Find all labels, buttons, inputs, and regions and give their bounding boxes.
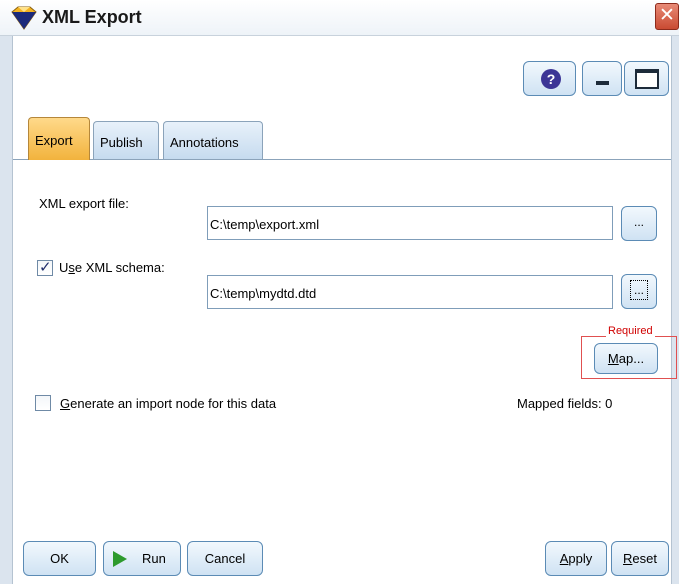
xml-export-file-label: XML export file: [39, 196, 129, 211]
xml-schema-value: C:\temp\mydtd.dtd [210, 286, 317, 301]
required-label: Required [606, 325, 655, 337]
ok-button[interactable]: OK [23, 541, 96, 576]
run-icon [113, 551, 127, 567]
map-button[interactable]: Map... [594, 343, 658, 374]
minimize-icon [596, 81, 609, 85]
xml-schema-input[interactable]: C:\temp\mydtd.dtd [207, 275, 613, 309]
maximize-button[interactable] [624, 61, 669, 96]
tab-annotations[interactable]: Annotations [163, 121, 263, 159]
map-label: Map... [607, 351, 645, 366]
use-xml-schema-checkbox[interactable]: ✓ [37, 259, 53, 276]
xml-export-file-input[interactable]: C:\temp\export.xml [207, 206, 613, 240]
cancel-button[interactable]: Cancel [187, 541, 263, 576]
browse-label: ... [633, 215, 644, 229]
reset-label: Reset [623, 551, 657, 566]
generate-import-node-label: Generate an import node for this data [60, 396, 277, 411]
help-button[interactable]: ? [523, 61, 576, 96]
maximize-icon [635, 69, 659, 89]
browse-label: ... [629, 280, 648, 300]
tab-export[interactable]: Export [28, 117, 90, 160]
use-xml-schema-label: Use XML schema: [59, 260, 165, 275]
reset-button[interactable]: Reset [611, 541, 669, 576]
tab-label: Annotations [170, 135, 239, 150]
run-label: Run [142, 551, 166, 566]
window-frame-right [671, 36, 679, 584]
xml-export-dialog: XML Export ✕ ? Publish Annotations Expor… [0, 0, 679, 584]
minimize-button[interactable] [582, 61, 622, 96]
tab-publish[interactable]: Publish [93, 121, 159, 159]
run-button[interactable]: Run [103, 541, 181, 576]
generate-import-node-checkbox[interactable] [35, 395, 51, 411]
export-node-icon [11, 6, 37, 30]
xml-export-browse-button[interactable]: ... [621, 206, 657, 241]
tab-label: Export [35, 133, 73, 148]
tab-label: Publish [100, 135, 143, 150]
close-button[interactable]: ✕ [655, 3, 679, 30]
window-title: XML Export [42, 7, 142, 27]
xml-schema-browse-button[interactable]: ... [621, 274, 657, 309]
mapped-fields-count: Mapped fields: 0 [517, 396, 613, 411]
help-icon: ? [541, 69, 561, 89]
window-frame-left [0, 36, 13, 584]
title-bar[interactable]: XML Export ✕ [0, 0, 679, 36]
apply-button[interactable]: Apply [545, 541, 607, 576]
checkmark-icon: ✓ [39, 259, 52, 276]
close-icon: ✕ [659, 5, 675, 26]
xml-export-file-value: C:\temp\export.xml [210, 217, 320, 232]
apply-label: Apply [559, 551, 593, 566]
